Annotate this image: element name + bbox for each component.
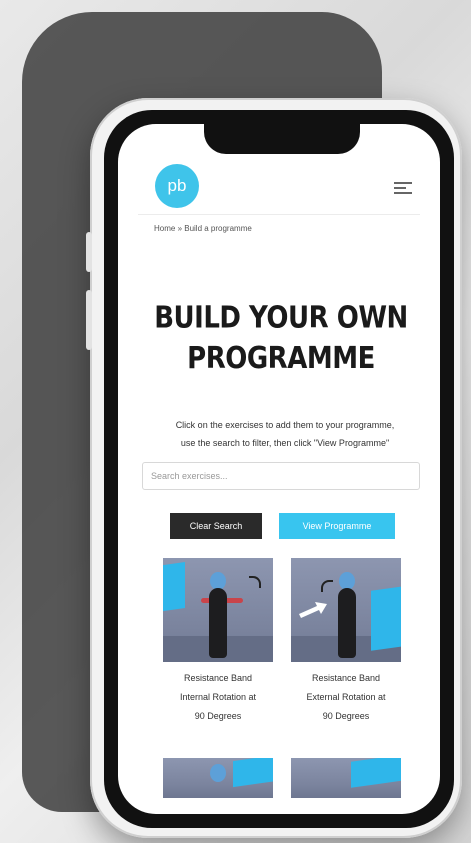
motion-arrow-icon	[249, 576, 261, 588]
thumbnail-banner	[351, 758, 401, 788]
exercise-label-line: Resistance Band	[311, 673, 381, 683]
exercise-thumbnail[interactable]	[163, 558, 273, 662]
page-title-line: BUILD YOUR OWN	[154, 301, 408, 336]
figure-head	[210, 764, 226, 782]
exercise-thumbnail[interactable]	[291, 558, 401, 662]
white-arrow-icon	[299, 600, 327, 618]
thumbnail-banner	[233, 758, 273, 788]
phone-notch	[204, 124, 360, 154]
intro-line: Click on the exercises to add them to yo…	[175, 420, 395, 430]
thumbnail-banner	[163, 562, 185, 612]
exercise-label-line: 90 Degrees	[194, 711, 242, 721]
volume-button	[86, 290, 92, 350]
exercise-label-line: External Rotation at	[306, 692, 386, 702]
site-logo[interactable]: pb	[155, 164, 199, 208]
view-programme-button[interactable]: View Programme	[279, 513, 395, 539]
breadcrumb[interactable]: Home » Build a programme	[154, 224, 252, 233]
search-input[interactable]	[142, 462, 420, 490]
clear-search-button[interactable]: Clear Search	[170, 513, 262, 539]
logo-text: pb	[167, 176, 187, 195]
motion-arrow-icon	[321, 580, 333, 592]
exercise-figure	[209, 588, 227, 658]
exercise-label[interactable]: Resistance Band Internal Rotation at 90 …	[153, 669, 283, 726]
intro-line: use the search to filter, then click "Vi…	[180, 438, 390, 448]
exercise-label-line: Resistance Band	[183, 673, 253, 683]
phone-screen: pb Home » Build a programme BUILD YOUR O…	[118, 124, 440, 814]
page-title-line: PROGRAMME	[187, 341, 375, 376]
exercise-thumbnail[interactable]	[163, 758, 273, 798]
exercise-figure	[338, 588, 356, 658]
exercise-thumbnail[interactable]	[291, 758, 401, 798]
thumbnail-banner	[371, 585, 401, 651]
exercise-label[interactable]: Resistance Band External Rotation at 90 …	[281, 669, 411, 726]
hamburger-menu-icon[interactable]	[394, 182, 412, 196]
volume-button	[86, 232, 92, 272]
intro-text: Click on the exercises to add them to yo…	[140, 416, 430, 452]
header-divider	[138, 214, 420, 215]
exercise-label-line: Internal Rotation at	[179, 692, 257, 702]
page-title: BUILD YOUR OWN PROGRAMME	[136, 299, 426, 380]
exercise-label-line: 90 Degrees	[322, 711, 370, 721]
